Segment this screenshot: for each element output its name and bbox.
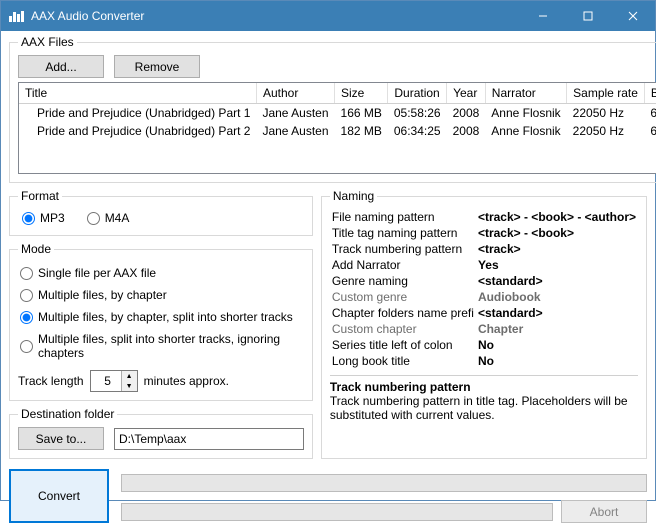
format-m4a[interactable]: M4A xyxy=(87,211,130,225)
save-to-button[interactable]: Save to... xyxy=(18,427,104,450)
dest-group: Destination folder Save to... xyxy=(9,407,313,459)
spin-up-icon[interactable]: ▲ xyxy=(122,371,137,381)
progress-bar-2 xyxy=(121,503,553,521)
mode-opt2[interactable]: Multiple files, by chapter xyxy=(20,288,302,302)
format-mp3[interactable]: MP3 xyxy=(22,211,65,225)
naming-hint: Track numbering pattern Track numbering … xyxy=(330,375,638,422)
naming-row[interactable]: Custom chapterChapter xyxy=(330,321,638,337)
tracklen-label: Track length xyxy=(18,374,84,388)
convert-button[interactable]: Convert xyxy=(9,469,109,523)
format-mp3-label: MP3 xyxy=(40,211,65,225)
format-m4a-label: M4A xyxy=(105,211,130,225)
th-author[interactable]: Author xyxy=(256,83,334,104)
th-narrator[interactable]: Narrator xyxy=(485,83,566,104)
naming-row[interactable]: Add NarratorYes xyxy=(330,257,638,273)
table-row[interactable]: Pride and Prejudice (Unabridged) Part 1J… xyxy=(19,104,656,123)
dest-path-input[interactable] xyxy=(114,428,304,450)
hint-title: Track numbering pattern xyxy=(330,380,638,394)
mode-opt1[interactable]: Single file per AAX file xyxy=(20,266,302,280)
format-group: Format MP3 M4A xyxy=(9,189,313,236)
aax-legend: AAX Files xyxy=(18,35,77,49)
naming-row[interactable]: Genre naming<standard> xyxy=(330,273,638,289)
naming-row[interactable]: Series title left of colonNo xyxy=(330,337,638,353)
spin-down-icon[interactable]: ▼ xyxy=(122,381,137,391)
mode-opt3[interactable]: Multiple files, by chapter, split into s… xyxy=(20,310,302,324)
aax-group: AAX Files Add... Remove Title Author Siz… xyxy=(9,35,656,183)
file-table[interactable]: Title Author Size Duration Year Narrator… xyxy=(18,82,656,174)
mode-opt4[interactable]: Multiple files, split into shorter track… xyxy=(20,332,302,360)
tracklen-suffix: minutes approx. xyxy=(144,374,229,388)
th-size[interactable]: Size xyxy=(335,83,388,104)
th-title[interactable]: Title xyxy=(19,83,256,104)
format-legend: Format xyxy=(18,189,62,203)
hint-body: Track numbering pattern in title tag. Pl… xyxy=(330,394,638,422)
naming-group: Naming File naming pattern<track> - <boo… xyxy=(321,189,647,459)
th-sample[interactable]: Sample rate xyxy=(567,83,645,104)
th-year[interactable]: Year xyxy=(447,83,486,104)
mode-legend: Mode xyxy=(18,242,54,256)
naming-row[interactable]: Title tag naming pattern<track> - <book> xyxy=(330,225,638,241)
naming-row[interactable]: Custom genreAudiobook xyxy=(330,289,638,305)
tracklen-input[interactable] xyxy=(91,371,121,391)
close-button[interactable] xyxy=(610,1,655,31)
dest-legend: Destination folder xyxy=(18,407,117,421)
naming-row[interactable]: Chapter folders name prefi<standard> xyxy=(330,305,638,321)
app-icon xyxy=(9,10,25,22)
progress-bar-1 xyxy=(121,474,647,492)
mode-group: Mode Single file per AAX file Multiple f… xyxy=(9,242,313,401)
naming-table[interactable]: File naming pattern<track> - <book> - <a… xyxy=(330,209,638,369)
naming-row[interactable]: File naming pattern<track> - <book> - <a… xyxy=(330,209,638,225)
table-row[interactable]: Pride and Prejudice (Unabridged) Part 2J… xyxy=(19,122,656,140)
minimize-button[interactable] xyxy=(520,1,565,31)
th-duration[interactable]: Duration xyxy=(388,83,447,104)
titlebar: AAX Audio Converter xyxy=(1,1,655,31)
naming-legend: Naming xyxy=(330,189,377,203)
th-bitrate[interactable]: Bit rate xyxy=(644,83,656,104)
naming-row[interactable]: Track numbering pattern<track> xyxy=(330,241,638,257)
naming-row[interactable]: Long book titleNo xyxy=(330,353,638,369)
window-title: AAX Audio Converter xyxy=(31,9,520,23)
remove-button[interactable]: Remove xyxy=(114,55,200,78)
maximize-button[interactable] xyxy=(565,1,610,31)
abort-button: Abort xyxy=(561,500,647,523)
tracklen-spinner[interactable]: ▲▼ xyxy=(90,370,138,392)
add-button[interactable]: Add... xyxy=(18,55,104,78)
